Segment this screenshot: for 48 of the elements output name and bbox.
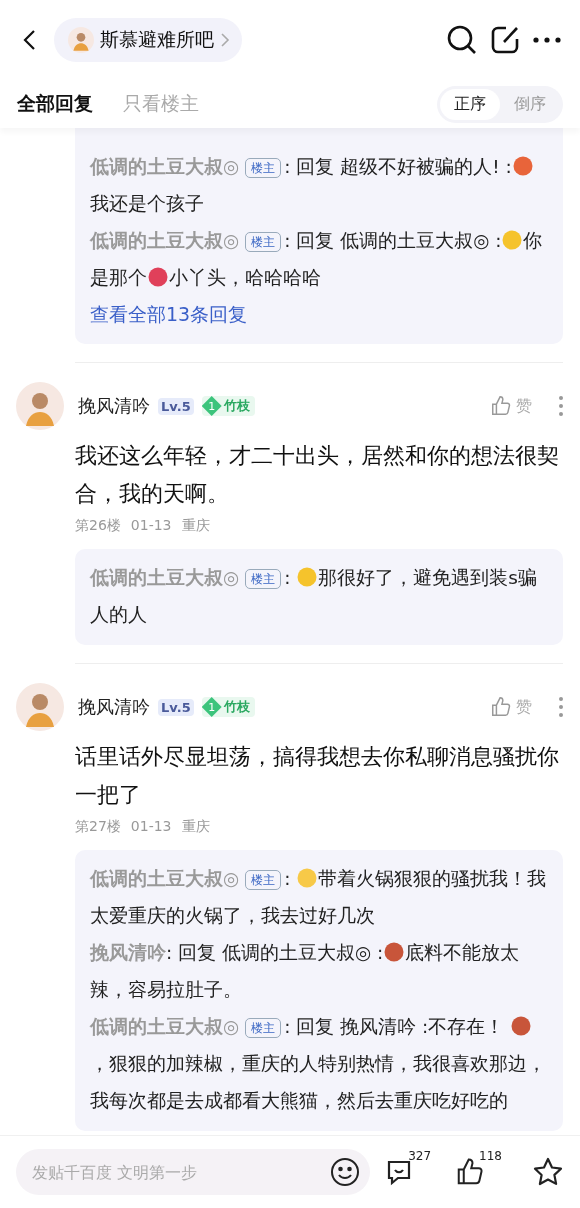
more-icon[interactable]	[532, 36, 562, 44]
username[interactable]: 挽风清吟	[78, 695, 150, 719]
more-vertical-icon[interactable]	[558, 696, 564, 718]
owner-badge: 楼主	[245, 569, 282, 589]
reply-text: 低调的土豆大叔◎ 楼主 : 带着火锅狠狠的骚扰我！我太爱重庆的火锅了，我去过好几次	[90, 867, 548, 928]
rank-name: 竹枝	[223, 698, 250, 716]
post-meta: 01-13	[130, 818, 172, 836]
avatar	[68, 27, 94, 53]
forum-name: 斯慕避难所吧	[100, 27, 214, 52]
post-meta: 第26楼	[75, 517, 121, 535]
forum-chip[interactable]: 斯慕避难所吧	[54, 18, 242, 62]
rank-number: 1	[201, 697, 222, 717]
rank-name: 竹枝	[223, 397, 250, 415]
reply-text: 低调的土豆大叔◎ 楼主 : 回复 挽风清吟 :不存在！ ，狠狠的加辣椒，重庆的人特别热情，我很喜欢那边，我每次都是去成都看大熊猫，然后去重庆吃好吃的	[90, 1015, 547, 1113]
username[interactable]: 挽风清吟	[78, 394, 150, 418]
comment-count: 327	[408, 1149, 432, 1163]
share-icon[interactable]	[490, 25, 520, 55]
search-icon[interactable]	[446, 24, 478, 56]
thumbs-up-icon	[490, 696, 512, 718]
reply-text: 低调的土豆大叔◎ 楼主 : 回复 超级不好被骗的人! : 我还是个孩子	[90, 148, 548, 222]
sort-option[interactable]: 正序	[440, 88, 500, 120]
post-meta: 第27楼	[75, 818, 121, 836]
reply-text: 低调的土豆大叔◎ 楼主 : 回复 低调的土豆大叔◎ : 你是那个 小丫头，哈哈哈哈	[90, 229, 544, 290]
thumbs-up-icon	[490, 395, 512, 417]
chevron-right-icon	[220, 32, 230, 48]
reply-text: 挽风清吟: 回复 低调的土豆大叔◎ : 底料不能放太辣，容易拉肚子。	[90, 941, 521, 1002]
post-meta: 01-13	[130, 517, 172, 535]
owner-badge: 楼主	[245, 158, 282, 178]
like-count: 118	[479, 1149, 502, 1163]
rank-number: 1	[201, 396, 222, 416]
comment-field[interactable]: 发贴千百度 文明第一步	[16, 1149, 371, 1195]
tab[interactable]: 全部回复	[17, 91, 93, 117]
more-vertical-icon[interactable]	[558, 395, 564, 417]
owner-badge: 楼主	[245, 1018, 282, 1038]
view-all-replies-link[interactable]: 查看全部13条回复	[90, 303, 248, 325]
owner-badge: 楼主	[245, 870, 282, 890]
reply-text: 低调的土豆大叔◎ 楼主 : 那很好了，避免遇到装s骗人的人	[90, 566, 538, 627]
post-meta: 重庆	[181, 818, 210, 836]
post-text: 话里话外尽显坦荡，搞得我想去你私聊消息骚扰你一把了	[74, 743, 560, 809]
avatar	[16, 683, 64, 731]
level-badge: Lv.5	[158, 397, 194, 415]
post-meta: 重庆	[181, 517, 210, 535]
avatar	[16, 382, 64, 430]
star-icon[interactable]	[532, 1156, 564, 1188]
smiley-icon[interactable]	[330, 1157, 361, 1187]
owner-badge: 楼主	[245, 232, 282, 252]
post-text: 我还这么年轻，才二十出头，居然和你的想法很契合，我的天啊。	[74, 442, 560, 508]
level-badge: Lv.5	[158, 698, 194, 716]
